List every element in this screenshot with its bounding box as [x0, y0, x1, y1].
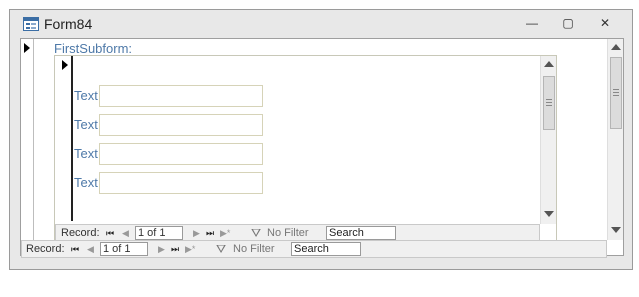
scroll-down-icon[interactable] — [544, 211, 554, 217]
text-field-2[interactable] — [99, 114, 263, 136]
current-record-input[interactable]: 1 of 1 — [135, 226, 183, 240]
scroll-down-icon[interactable] — [611, 227, 621, 233]
new-record-icon[interactable]: ▶* — [185, 244, 195, 254]
subform-current-record-arrow-icon — [62, 60, 68, 70]
scroll-up-icon[interactable] — [611, 44, 621, 50]
record-label: Record: — [61, 227, 100, 239]
filter-icon[interactable]: ⛛ — [216, 242, 226, 257]
form-icon — [23, 17, 39, 31]
previous-record-icon[interactable]: ◀ — [122, 228, 129, 238]
filter-icon[interactable]: ⛛ — [251, 226, 261, 241]
first-record-icon[interactable]: ⏮ — [106, 228, 114, 238]
close-icon: ✕ — [599, 16, 611, 30]
subform-scroll-thumb[interactable] — [543, 76, 555, 130]
form-scroll-thumb[interactable] — [610, 57, 622, 129]
text-field-4[interactable] — [99, 172, 263, 194]
subform-vertical-scrollbar[interactable] — [540, 56, 556, 224]
form-navigation-bar: Record: ⏮ ◀ 1 of 1 ▶ ⏭ ▶* ⛛ No Filter Se… — [21, 240, 607, 258]
record-label: Record: — [26, 243, 65, 255]
text-field-label-4: Text — [74, 175, 98, 190]
scroll-up-icon[interactable] — [544, 61, 554, 67]
restore-icon: ▢ — [562, 16, 574, 30]
no-filter-label[interactable]: No Filter — [233, 243, 275, 255]
text-field-1[interactable] — [99, 85, 263, 107]
text-field-3[interactable] — [99, 143, 263, 165]
minimize-button[interactable]: — — [519, 14, 545, 32]
record-selector[interactable] — [21, 39, 34, 240]
restore-button[interactable]: ▢ — [555, 14, 581, 32]
first-subform: Text Text Text Text Record: ⏮ ◀ 1 of 1 ▶ — [54, 55, 557, 253]
current-record-input[interactable]: 1 of 1 — [100, 242, 148, 256]
form-window: Form84 — ▢ ✕ FirstSubform: Text Text Tex… — [9, 9, 633, 270]
form-client-area: FirstSubform: Text Text Text Text Record — [20, 38, 624, 258]
first-record-icon[interactable]: ⏮ — [71, 244, 79, 254]
subform-record-selector[interactable] — [55, 56, 73, 221]
text-field-label-1: Text — [74, 88, 98, 103]
last-record-icon[interactable]: ⏭ — [171, 244, 179, 254]
search-input[interactable]: Search — [326, 226, 396, 240]
no-filter-label[interactable]: No Filter — [267, 227, 309, 239]
form-vertical-scrollbar[interactable] — [607, 39, 623, 240]
window-title: Form84 — [44, 16, 93, 32]
subform-label: FirstSubform: — [54, 41, 133, 56]
current-record-arrow-icon — [24, 43, 30, 53]
new-record-icon[interactable]: ▶* — [220, 228, 230, 238]
next-record-icon[interactable]: ▶ — [193, 228, 200, 238]
text-field-label-2: Text — [74, 117, 98, 132]
title-bar[interactable]: Form84 — ▢ ✕ — [10, 10, 632, 36]
text-field-label-3: Text — [74, 146, 98, 161]
next-record-icon[interactable]: ▶ — [158, 244, 165, 254]
minimize-icon: — — [526, 16, 538, 30]
last-record-icon[interactable]: ⏭ — [206, 228, 214, 238]
close-button[interactable]: ✕ — [592, 14, 618, 32]
search-input[interactable]: Search — [291, 242, 361, 256]
previous-record-icon[interactable]: ◀ — [87, 244, 94, 254]
